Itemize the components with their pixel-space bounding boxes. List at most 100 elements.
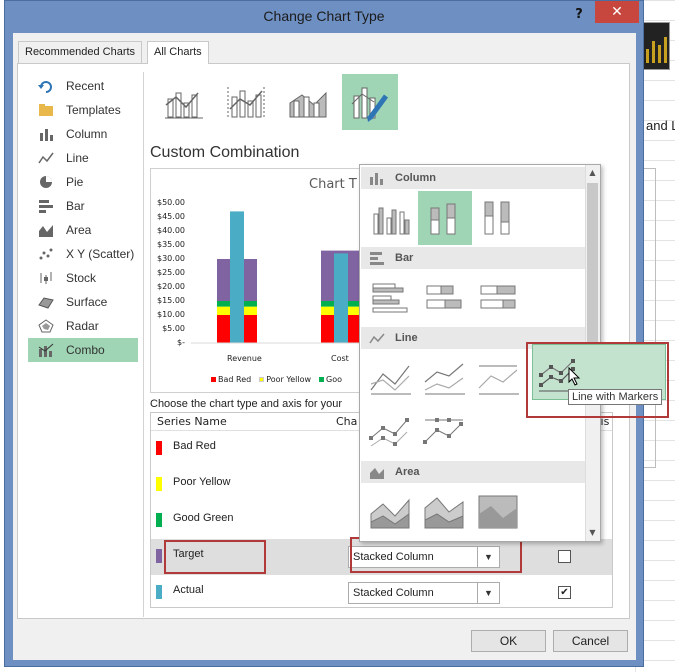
y-tick-label: $50.00 [157, 198, 185, 207]
sidebar-item-label: Stock [66, 271, 97, 285]
column-chart-icon [38, 127, 54, 141]
area-chart-icon [370, 468, 384, 479]
clustered-bar-option[interactable] [364, 271, 418, 325]
stock-chart-icon [38, 271, 54, 285]
scroll-up-icon[interactable]: ▲ [585, 165, 600, 181]
clustered-column-option[interactable] [364, 191, 418, 245]
combo-subtype-1-icon [165, 92, 203, 119]
series-color-swatch [156, 441, 162, 455]
chart-legend: Bad Red Poor Yellow Goo [211, 375, 342, 384]
secondary-axis-checkbox-actual[interactable]: ✔ [558, 586, 571, 599]
stacked-column-icon [430, 203, 456, 235]
sidebar-item-area[interactable]: Area [28, 218, 138, 242]
combo-custom-thumb[interactable] [342, 74, 398, 130]
sidebar-item-label: Surface [66, 295, 108, 309]
bar-chart-icon [370, 252, 384, 265]
100-stacked-area-icon [478, 495, 518, 529]
chart-type-dropdown-actual[interactable]: Stacked Column ▼ [348, 582, 500, 604]
sidebar-item-templates[interactable]: Templates [28, 98, 138, 122]
recent-icon [38, 79, 54, 93]
chevron-down-icon[interactable]: ▼ [477, 583, 499, 603]
sidebar-item-pie[interactable]: Pie [28, 170, 138, 194]
sidebar-item-bar[interactable]: Bar [28, 194, 138, 218]
radar-chart-icon [38, 319, 54, 333]
sidebar-item-label: Templates [66, 103, 121, 117]
sidebar-item-radar[interactable]: Radar [28, 314, 138, 338]
header-series-name: Series Name [157, 415, 227, 428]
combo-area-column-thumb[interactable] [280, 74, 336, 130]
stacked-area-option[interactable] [418, 485, 472, 539]
100-stacked-area-option[interactable] [472, 485, 526, 539]
legend-item: Bad Red [211, 375, 251, 384]
100-stacked-column-option[interactable] [472, 191, 526, 245]
stacked-line-option[interactable] [418, 351, 472, 405]
sidebar-item-stock[interactable]: Stock [28, 266, 138, 290]
tab-recommended-charts[interactable]: Recommended Charts [18, 41, 143, 63]
series-name: Good Green [173, 512, 234, 524]
clustered-bar-icon [372, 283, 408, 313]
sidebar-item-line[interactable]: Line [28, 146, 138, 170]
stacked-bar-option[interactable] [418, 271, 472, 325]
sidebar-item-label: Pie [66, 175, 84, 189]
folder-icon [38, 103, 54, 117]
stacked-area-icon [424, 497, 464, 529]
y-tick-label: $- [177, 338, 185, 347]
section-title: Custom Combination [150, 144, 300, 161]
stacked-column-option[interactable] [418, 191, 472, 245]
100-stacked-line-markers-option[interactable] [418, 405, 472, 459]
series-color-swatch [156, 585, 162, 599]
line-chart-icon [369, 333, 385, 344]
highlight-line-with-markers [526, 342, 669, 418]
series-name: Bad Red [173, 440, 216, 452]
100-stacked-bar-option[interactable] [472, 271, 526, 325]
mouse-cursor-icon [568, 367, 581, 386]
line-option[interactable] [364, 351, 418, 405]
100-stacked-line-icon [478, 365, 519, 395]
preview-chart-plot [191, 211, 389, 344]
popup-section-column: Column [361, 167, 586, 189]
100-stacked-line-option[interactable] [472, 351, 526, 405]
sidebar-item-combo[interactable]: Combo [28, 338, 138, 362]
sidebar-item-label: Combo [66, 343, 105, 357]
series-color-swatch [156, 513, 162, 527]
y-tick-label: $25.00 [157, 268, 185, 277]
series-row-actual[interactable]: Actual Stacked Column ▼ ✔ [151, 575, 612, 607]
100-stacked-line-markers-icon [423, 418, 463, 444]
choose-instructions: Choose the chart type and axis for your [150, 398, 342, 410]
legend-item: Poor Yellow [259, 375, 311, 384]
bar-actual [230, 211, 244, 343]
highlight-target-name [164, 540, 266, 574]
y-tick-label: $35.00 [157, 240, 185, 249]
chart-type-sidebar: Recent Templates Column Line Pie Bar Area X Y (… [28, 74, 138, 362]
secondary-axis-checkbox-target[interactable] [558, 550, 571, 563]
stacked-bar-icon [426, 285, 462, 309]
y-tick-label: $5.00 [162, 324, 185, 333]
sidebar-item-surface[interactable]: Surface [28, 290, 138, 314]
tooltip: Line with Markers [568, 389, 663, 405]
tab-all-charts[interactable]: All Charts [147, 41, 209, 64]
scrollbar-thumb[interactable] [587, 183, 598, 353]
stacked-line-markers-option[interactable] [364, 405, 418, 459]
combo-secondary-axis-thumb[interactable] [218, 74, 274, 130]
scatter-chart-icon [38, 247, 54, 261]
legend-item: Goo [319, 375, 342, 384]
combo-clustered-column-line-thumb[interactable] [156, 74, 212, 130]
y-tick-label: $10.00 [157, 310, 185, 319]
area-chart-icon [38, 223, 54, 237]
scroll-down-icon[interactable]: ▼ [585, 525, 600, 541]
ok-button[interactable]: OK [471, 630, 546, 652]
sidebar-item-column[interactable]: Column [28, 122, 138, 146]
sidebar-item-label: Line [66, 151, 89, 165]
close-button[interactable]: ✕ [595, 1, 639, 23]
sidebar-item-recent[interactable]: Recent [28, 74, 138, 98]
help-button[interactable]: ? [571, 7, 587, 25]
dialog-title: Change Chart Type [263, 8, 385, 24]
popup-section-area: Area [361, 461, 586, 483]
chart-preview: Chart T $50.00 $45.00 $40.00 $35.00 $30.00 $2… [150, 168, 390, 393]
sidebar-item-x-y-scatter[interactable]: X Y (Scatter) [28, 242, 138, 266]
background-text: and L [646, 118, 675, 133]
pie-chart-icon [38, 175, 54, 189]
category-label-revenue: Revenue [227, 354, 262, 363]
area-option[interactable] [364, 485, 418, 539]
cancel-button[interactable]: Cancel [553, 630, 628, 652]
